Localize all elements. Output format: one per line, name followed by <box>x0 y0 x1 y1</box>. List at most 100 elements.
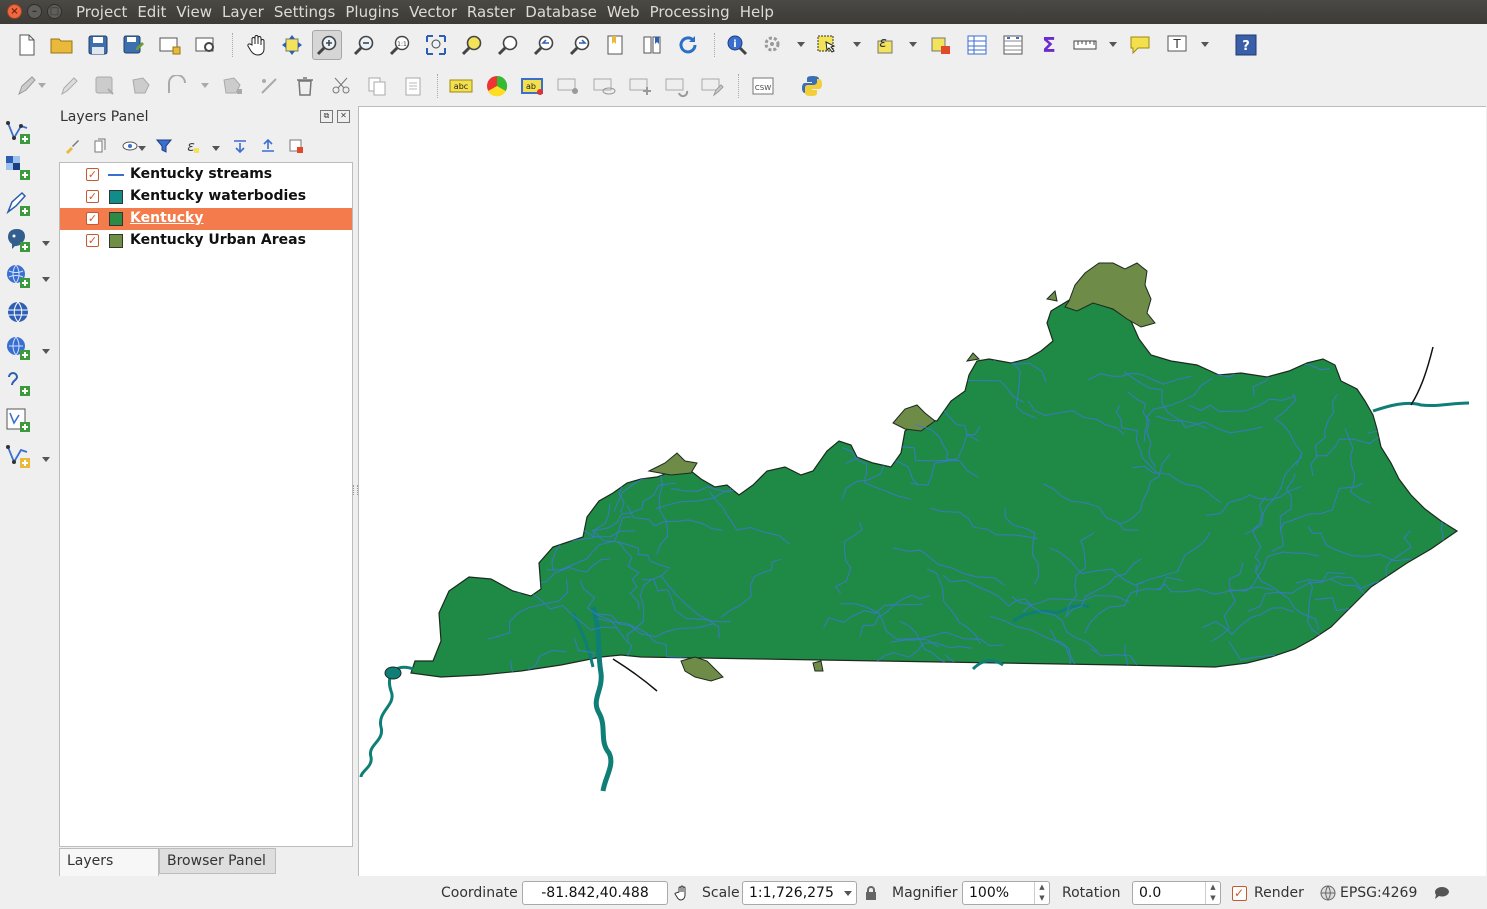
rotation-spin-arrows-icon[interactable]: ▲ ▼ <box>1205 882 1220 904</box>
python-console-icon[interactable] <box>800 74 824 98</box>
zoom-to-layer-icon[interactable] <box>496 33 520 57</box>
expression-dropdown-icon[interactable] <box>909 42 917 47</box>
menu-view[interactable]: View <box>176 2 217 22</box>
menu-settings[interactable]: Settings <box>274 2 341 22</box>
menu-web[interactable]: Web <box>607 2 645 22</box>
diagram-options-icon[interactable] <box>485 74 509 98</box>
rotation-spinbox[interactable]: 0.0 ▲ ▼ <box>1132 881 1221 905</box>
zoom-full-icon[interactable] <box>424 33 448 57</box>
add-virtual-layer-icon[interactable] <box>5 371 31 397</box>
filter-by-expression-icon[interactable]: ε <box>182 136 202 156</box>
help-icon[interactable]: ? <box>1234 33 1258 57</box>
select-by-expression-icon[interactable]: ε <box>873 33 897 57</box>
feature-action-dropdown-icon[interactable] <box>797 42 805 47</box>
add-delimited-text-layer-icon[interactable] <box>5 191 31 217</box>
select-dropdown-icon[interactable] <box>853 42 861 47</box>
add-polygon-feature-icon[interactable] <box>129 74 153 98</box>
add-wcs-layer-icon[interactable] <box>5 299 31 325</box>
cut-features-icon[interactable] <box>329 74 353 98</box>
paste-features-icon[interactable] <box>401 74 425 98</box>
scale-combo[interactable]: 1:1,726,275 <box>742 881 857 905</box>
web-layers-dropdown-icon[interactable] <box>42 277 50 282</box>
add-vector-layer-icon[interactable] <box>5 119 31 145</box>
layer-visibility-checkbox[interactable]: ✓ <box>86 168 99 181</box>
pin-labels-icon[interactable] <box>557 74 581 98</box>
menu-raster[interactable]: Raster <box>467 2 520 22</box>
menu-processing[interactable]: Processing <box>650 2 735 22</box>
save-layer-edits-icon[interactable] <box>93 74 117 98</box>
zoom-native-resolution-icon[interactable]: 1:1 <box>388 33 412 57</box>
pan-to-selection-icon[interactable] <box>280 33 304 57</box>
menu-database[interactable]: Database <box>525 2 602 22</box>
menu-help[interactable]: Help <box>740 2 779 22</box>
zoom-in-icon[interactable] <box>312 30 342 60</box>
layer-labeling-icon[interactable]: abc <box>449 74 473 98</box>
vertex-tool-icon[interactable] <box>220 74 244 98</box>
add-group-icon[interactable] <box>90 136 110 156</box>
close-window-button[interactable]: × <box>7 4 22 19</box>
layer-visibility-checkbox[interactable]: ✓ <box>86 190 99 203</box>
layer-row[interactable]: ✓ Kentucky Urban Areas <box>60 230 352 252</box>
expand-all-icon[interactable] <box>230 136 250 156</box>
select-features-icon[interactable] <box>815 33 839 57</box>
zoom-to-selection-icon[interactable] <box>460 33 484 57</box>
scale-dropdown-icon[interactable] <box>844 891 852 896</box>
messages-icon[interactable] <box>1433 884 1451 902</box>
attribute-table-icon[interactable] <box>965 33 989 57</box>
new-layer-dropdown-icon[interactable] <box>42 457 50 462</box>
change-label-icon[interactable] <box>701 74 725 98</box>
copy-features-icon[interactable] <box>365 74 389 98</box>
zoom-last-icon[interactable] <box>532 33 556 57</box>
circular-dropdown-icon[interactable] <box>201 83 209 88</box>
current-edits-icon[interactable] <box>15 74 39 98</box>
toggle-editing-icon[interactable] <box>57 74 81 98</box>
layout-manager-icon[interactable] <box>194 33 218 57</box>
run-feature-action-icon[interactable] <box>761 33 785 57</box>
new-project-icon[interactable] <box>15 33 39 57</box>
text-annotation-icon[interactable]: T <box>1165 33 1189 57</box>
style-manager-icon[interactable] <box>62 136 82 156</box>
deselect-features-icon[interactable] <box>929 33 953 57</box>
database-layers-dropdown-icon[interactable] <box>42 241 50 246</box>
map-canvas[interactable] <box>358 106 1486 876</box>
add-postgis-layer-icon[interactable] <box>5 227 31 253</box>
identify-features-icon[interactable]: i <box>725 33 749 57</box>
crs-globe-icon[interactable] <box>1319 884 1337 902</box>
new-shapefile-layer-icon[interactable] <box>5 407 31 433</box>
open-project-icon[interactable] <box>50 33 74 57</box>
pan-map-icon[interactable] <box>245 33 269 57</box>
annotation-dropdown-icon[interactable] <box>1201 42 1209 47</box>
save-project-icon[interactable] <box>86 33 110 57</box>
map-tips-icon[interactable] <box>1128 33 1152 57</box>
show-bookmarks-icon[interactable] <box>640 33 664 57</box>
manage-visibility-icon[interactable] <box>120 136 140 156</box>
measure-line-icon[interactable] <box>1073 33 1097 57</box>
measure-dropdown-icon[interactable] <box>1109 42 1117 47</box>
csw-metasearch-icon[interactable]: CSW <box>751 74 775 98</box>
float-panel-icon[interactable]: ⧉ <box>320 110 333 123</box>
render-checkbox[interactable]: ✓ <box>1230 884 1248 902</box>
refresh-icon[interactable] <box>676 33 700 57</box>
new-temporary-layer-icon[interactable] <box>5 443 31 469</box>
coordinate-field[interactable]: -81.842,40.488 <box>522 881 668 905</box>
magnifier-spinbox[interactable]: 100% ▲ ▼ <box>962 881 1050 905</box>
field-calculator-icon[interactable] <box>1001 33 1025 57</box>
menu-plugins[interactable]: Plugins <box>345 2 404 22</box>
save-as-icon[interactable] <box>122 33 146 57</box>
service-layers-dropdown-icon[interactable] <box>42 349 50 354</box>
add-wms-layer-icon[interactable] <box>5 263 31 289</box>
add-wfs-layer-icon[interactable] <box>5 335 31 361</box>
new-print-layout-icon[interactable] <box>158 33 182 57</box>
mouse-coordinate-toggle-icon[interactable] <box>673 884 691 902</box>
tab-layers-panel[interactable]: Layers Panel <box>59 848 159 894</box>
menu-vector[interactable]: Vector <box>409 2 462 22</box>
add-raster-layer-icon[interactable] <box>5 155 31 181</box>
visibility-dropdown-icon[interactable] <box>138 146 146 151</box>
close-panel-icon[interactable]: ✕ <box>337 110 350 123</box>
delete-selected-icon[interactable] <box>293 74 317 98</box>
move-label-icon[interactable] <box>629 74 653 98</box>
maximize-window-button[interactable]: □ <box>47 4 62 19</box>
layer-row[interactable]: ✓ Kentucky waterbodies <box>60 186 352 208</box>
layer-row[interactable]: ✓ Kentucky <box>60 208 352 230</box>
collapse-all-icon[interactable] <box>258 136 278 156</box>
